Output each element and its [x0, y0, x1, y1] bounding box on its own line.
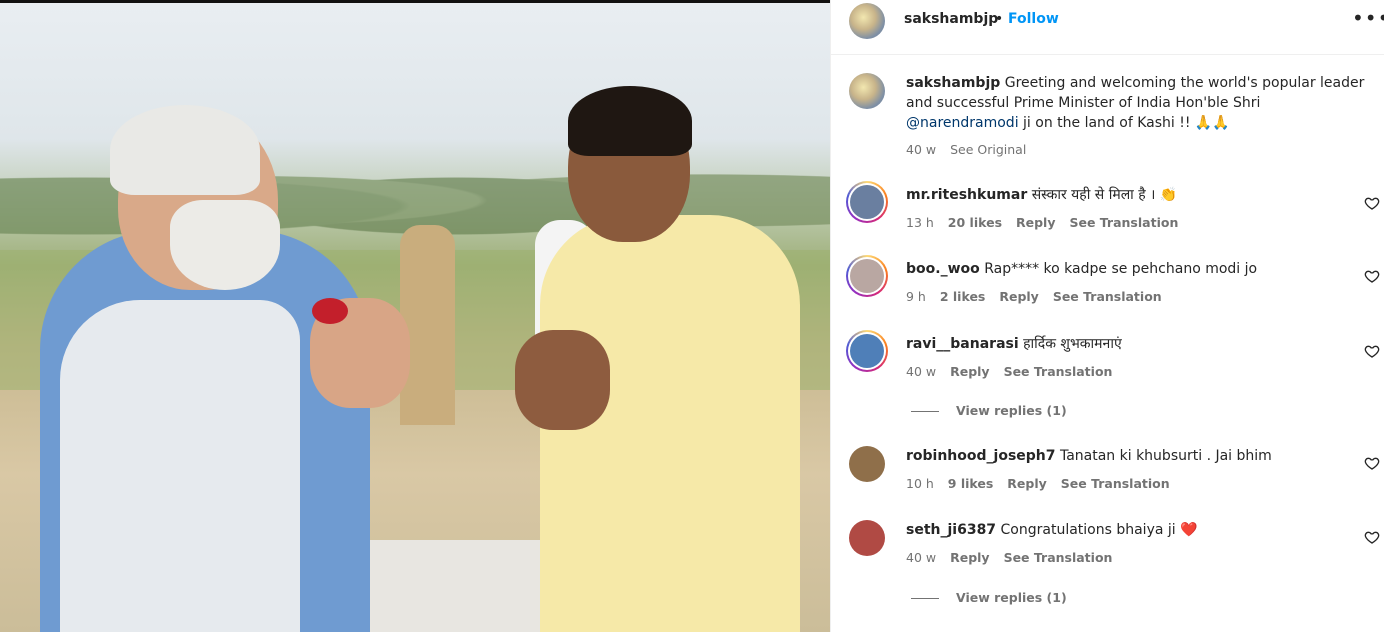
caption-mention-link[interactable]: @narendramodi — [906, 115, 1019, 131]
avatar-image — [850, 334, 884, 368]
avatar-image — [849, 446, 885, 482]
like-heart-icon[interactable] — [1364, 268, 1380, 284]
avatar-image — [850, 259, 884, 293]
like-heart-icon[interactable] — [1364, 455, 1380, 471]
reply-button[interactable]: Reply — [999, 289, 1038, 304]
caption-text-1: Greeting and welcoming the world's popul… — [1004, 75, 1365, 91]
comment-meta: 13 h 20 likes Reply See Translation — [906, 215, 1178, 230]
photo-hands-right — [515, 330, 610, 430]
comment-time: 10 h — [906, 476, 934, 491]
reply-button[interactable]: Reply — [950, 550, 989, 565]
view-replies-button[interactable]: View replies (1) — [956, 403, 1067, 418]
comment-text: Tanatan ki khubsurti . Jai bhim — [1059, 448, 1272, 464]
like-heart-icon[interactable] — [1364, 529, 1380, 545]
caption-text-3: ji on the land of Kashi !! 🙏🙏 — [1023, 115, 1230, 131]
comment-meta: 40 w Reply See Translation — [906, 364, 1112, 379]
caption-time: 40 w — [906, 142, 937, 157]
see-translation-link[interactable]: See Translation — [1061, 476, 1170, 491]
reply-button[interactable]: Reply — [1007, 476, 1046, 491]
comment-avatar[interactable] — [849, 520, 885, 556]
comment-likes[interactable]: 2 likes — [940, 289, 986, 304]
comment-avatar-ring[interactable] — [846, 181, 888, 223]
see-translation-link[interactable]: See Translation — [1053, 289, 1162, 304]
comment-username[interactable]: mr.riteshkumar — [906, 187, 1027, 203]
comment-username[interactable]: robinhood_joseph7 — [906, 448, 1056, 464]
comment-meta: 10 h 9 likes Reply See Translation — [906, 476, 1170, 491]
comment-time: 13 h — [906, 215, 934, 230]
comment-avatar — [850, 185, 884, 219]
comment-avatar-ring[interactable] — [846, 330, 888, 372]
post-header: sakshambjp • Follow ••• — [831, 0, 1384, 55]
avatar-image — [850, 185, 884, 219]
separator-dot: • — [995, 11, 1004, 27]
author-username[interactable]: sakshambjp — [904, 11, 998, 27]
reply-button[interactable]: Reply — [1016, 215, 1055, 230]
photo-person-right-hair — [568, 86, 692, 156]
see-translation-link[interactable]: See Translation — [1004, 550, 1113, 565]
caption-avatar-image — [849, 73, 885, 109]
photo-officer — [400, 225, 455, 425]
comment-username[interactable]: ravi__banarasi — [906, 336, 1019, 352]
post-side-panel: sakshambjp • Follow ••• sakshambjp Greet… — [830, 0, 1384, 632]
comment-meta: 40 w Reply See Translation — [906, 550, 1112, 565]
author-avatar[interactable] — [849, 3, 885, 39]
comment-text: Congratulations bhaiya ji ❤️ — [1000, 522, 1198, 538]
view-replies-button[interactable]: View replies (1) — [956, 590, 1067, 605]
view-replies-line — [911, 411, 939, 412]
see-translation-link[interactable]: See Translation — [1004, 364, 1113, 379]
comment-time: 40 w — [906, 550, 937, 565]
photo-person-left-beard — [170, 200, 280, 290]
see-original-link[interactable]: See Original — [950, 142, 1026, 157]
view-replies-line — [911, 598, 939, 599]
caption-username[interactable]: sakshambjp — [906, 75, 1000, 91]
follow-button[interactable]: Follow — [1008, 11, 1059, 27]
comment-text: संस्कार यही से मिला है । 👏 — [1031, 187, 1178, 203]
caption-avatar[interactable] — [849, 73, 885, 109]
like-heart-icon[interactable] — [1364, 343, 1380, 359]
comment-likes[interactable]: 20 likes — [948, 215, 1002, 230]
avatar-image — [849, 520, 885, 556]
caption-meta: 40 w See Original — [906, 142, 1026, 157]
comment-avatar — [850, 259, 884, 293]
comment-body: robinhood_joseph7 Tanatan ki khubsurti .… — [906, 446, 1346, 466]
see-translation-link[interactable]: See Translation — [1069, 215, 1178, 230]
photo-person-left-hair — [110, 105, 260, 195]
comment-username[interactable]: seth_ji6387 — [906, 522, 996, 538]
like-heart-icon[interactable] — [1364, 195, 1380, 211]
caption: sakshambjp Greeting and welcoming the wo… — [906, 73, 1366, 133]
comment-likes[interactable]: 9 likes — [948, 476, 994, 491]
comment-body: boo._woo Rap**** ko kadpe se pehchano mo… — [906, 259, 1346, 279]
caption-text-2: and successful Prime Minister of India H… — [906, 95, 1261, 111]
comment-avatar[interactable] — [849, 446, 885, 482]
comment-time: 9 h — [906, 289, 926, 304]
comment-username[interactable]: boo._woo — [906, 261, 980, 277]
comment-body: seth_ji6387 Congratulations bhaiya ji ❤️ — [906, 520, 1346, 540]
comment-text: Rap**** ko kadpe se pehchano modi jo — [984, 261, 1258, 277]
comment-body: ravi__banarasi हार्दिक शुभकामनाएं — [906, 334, 1346, 354]
more-options-icon[interactable]: ••• — [1352, 6, 1384, 30]
comment-body: mr.riteshkumar संस्कार यही से मिला है । … — [906, 185, 1346, 205]
photo-person-left-shirt — [60, 300, 300, 632]
photo-rose — [312, 298, 348, 324]
author-avatar-image — [849, 3, 885, 39]
post-photo[interactable] — [0, 0, 830, 632]
comment-meta: 9 h 2 likes Reply See Translation — [906, 289, 1162, 304]
comment-avatar-ring[interactable] — [846, 255, 888, 297]
comment-time: 40 w — [906, 364, 937, 379]
photo-top-border — [0, 0, 830, 3]
comment-avatar — [850, 334, 884, 368]
reply-button[interactable]: Reply — [950, 364, 989, 379]
comment-text: हार्दिक शुभकामनाएं — [1023, 336, 1122, 352]
